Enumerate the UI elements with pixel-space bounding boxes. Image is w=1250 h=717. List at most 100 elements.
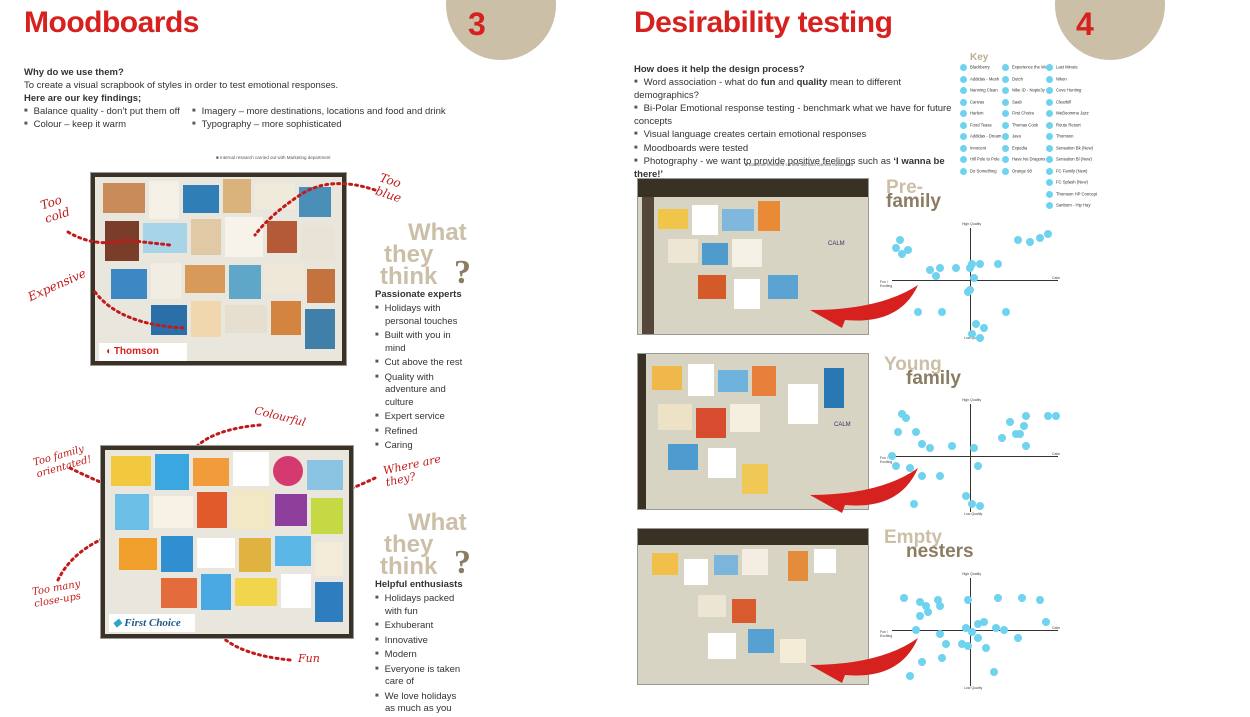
chart-point (912, 428, 920, 436)
chart-point (924, 608, 932, 616)
chart-point (1014, 634, 1022, 642)
chart-point (1044, 230, 1052, 238)
key-dot-icon (1002, 133, 1009, 140)
chart-point (1000, 626, 1008, 634)
key-dot-icon (960, 75, 967, 83)
chart-point (952, 264, 960, 272)
key-item: Blackberry (960, 64, 1002, 76)
key-dot-icon (1046, 64, 1053, 71)
chart-point (916, 612, 924, 620)
wtt-question-mark: ? (454, 254, 471, 291)
chart-point (1016, 430, 1024, 438)
chart-point (912, 626, 920, 634)
chart-point (968, 330, 976, 338)
key-item: FC Splash (New) (1046, 179, 1094, 191)
key-item: Dutch (1002, 75, 1046, 88)
chart-point (918, 440, 926, 448)
key-dot-icon (960, 167, 967, 175)
chart-point (964, 642, 972, 650)
chart-axis-vertical (970, 228, 971, 336)
key-item: Do Something (960, 167, 1002, 180)
chart-point (994, 260, 1002, 268)
key-dot-icon (1002, 87, 1009, 94)
persona-item: Refined (375, 425, 465, 439)
chart-point (906, 672, 914, 680)
chart-point (936, 630, 944, 638)
quadrant-chart: High Quality Low Quality Fun / Exciting Cal… (880, 222, 1061, 342)
axis-label-left: Fun / Exciting (880, 280, 893, 288)
chart-point (980, 324, 988, 332)
chart-point (970, 444, 978, 452)
key-item: Have No Dragons (1002, 156, 1046, 168)
key-item: Clearbill (1046, 98, 1094, 111)
key-item: WeBoomma Jazz (1046, 110, 1094, 122)
chart-point (982, 644, 990, 652)
chart-point (990, 668, 998, 676)
chart-point (1022, 412, 1030, 420)
quadrant-chart: High Quality Low Quality Fun / Exciting Cal… (880, 572, 1060, 690)
key-dot-icon (1002, 167, 1009, 175)
key-dot-icon (1002, 64, 1009, 71)
key-dot-icon (1046, 156, 1053, 163)
key-item: Addidas - Mesh (960, 75, 1002, 88)
page-number-circle (1055, 0, 1165, 60)
chart-point (998, 434, 1006, 442)
point-item: Moodboards were tested (634, 142, 964, 156)
persona1-list: Holidays with personal touchesBuilt with… (375, 302, 465, 454)
chart-point (932, 272, 940, 280)
persona-item: Cut above the rest (375, 356, 465, 370)
chart-point (966, 264, 974, 272)
point-item: Visual language creates certain emotiona… (634, 128, 964, 142)
key-item: Nike ID - Nopie3y (1002, 87, 1046, 99)
key-dot-icon (960, 156, 967, 163)
annotation-fun: Fun (298, 652, 320, 665)
chart-point (976, 334, 984, 342)
how-question: How does it help the design process? (634, 64, 805, 75)
key-item: Experience the World (1002, 64, 1052, 76)
key-dot-icon (1002, 110, 1009, 117)
chart-point (1044, 412, 1052, 420)
chart-point (1026, 238, 1034, 246)
persona-item: Quality with adventure and culture (375, 371, 465, 410)
segment-title: Pre-family (886, 177, 941, 212)
key-dot-icon (960, 64, 967, 71)
chart-point (896, 236, 904, 244)
persona-item: Caring (375, 439, 465, 453)
key-item: FC Family (New) (1046, 167, 1094, 180)
chart-point (902, 414, 910, 422)
chart-point (942, 640, 950, 648)
chart-point (1036, 234, 1044, 242)
axis-label-right: Calm (1052, 626, 1061, 630)
key-col-2: Experience the World Dutch Nike ID - Nopie… (1002, 64, 1052, 180)
source-note: ■ External research carried out with cur… (745, 162, 854, 167)
persona2-list: Holidays packed with funExhuberantInnova… (375, 592, 465, 717)
key-item: Harlem (960, 110, 1002, 122)
key-dot-icon (1046, 179, 1053, 186)
chart-point (962, 624, 970, 632)
key-item: Orange 98 (1002, 167, 1046, 180)
axis-label-bottom: Low Quality (964, 512, 983, 516)
key-dot-icon (960, 98, 967, 106)
key-item: Java (1002, 133, 1046, 145)
persona-item: Modern (375, 648, 465, 662)
key-col-1: Blackberry Addidas - Mesh Nanning Clean Can… (960, 64, 1009, 180)
key-item: Nikon (1046, 75, 1094, 88)
segment-title: Young family (884, 354, 961, 389)
key-item: Food Tease (960, 121, 1002, 134)
chart-point (980, 618, 988, 626)
chart-point (1002, 308, 1010, 316)
axis-label-top: High Quality (962, 398, 982, 402)
chart-point (1014, 236, 1022, 244)
chart-point (1020, 422, 1028, 430)
key-dot-icon (960, 110, 967, 117)
key-dot-icon (1046, 75, 1053, 83)
persona-item: Expert service (375, 410, 465, 424)
axis-label-right: Calm (1052, 276, 1061, 280)
key-dot-icon (1002, 75, 1009, 83)
key-item: Canvas (960, 98, 1002, 111)
first-choice-moodboard: ◆ First Choice (100, 445, 354, 639)
chart-point (910, 500, 918, 508)
key-item: First Choice (1002, 110, 1046, 122)
first-choice-logo: ◆ First Choice (109, 614, 195, 632)
chart-axis-horizontal (892, 456, 1058, 457)
